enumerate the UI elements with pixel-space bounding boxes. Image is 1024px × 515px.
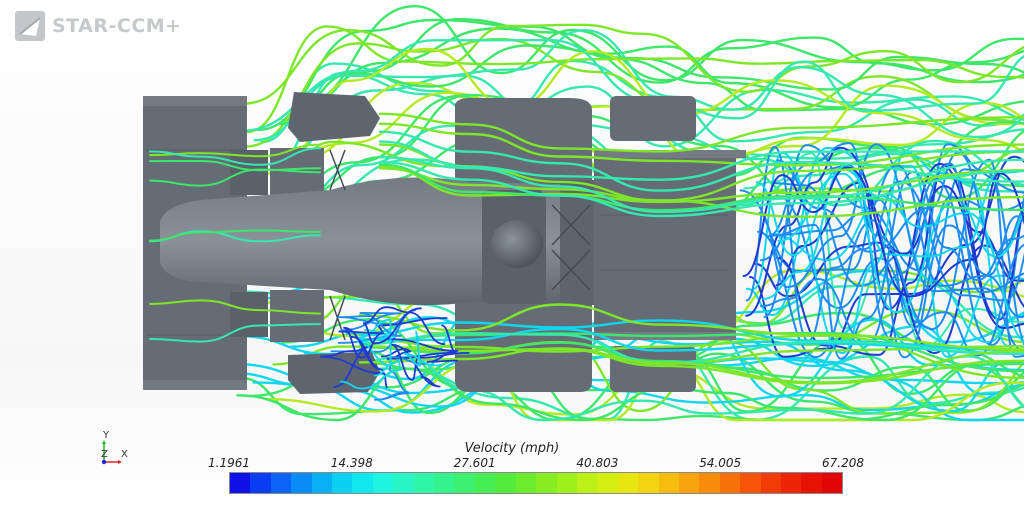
color-bar-segment (454, 473, 475, 493)
front-right-tire (288, 92, 380, 142)
velocity-color-bar (229, 472, 843, 494)
color-bar-segment (413, 473, 435, 493)
color-bar-segment (230, 473, 251, 493)
color-bar-segment (434, 473, 455, 493)
color-bar-segment (678, 473, 700, 493)
color-bar-segment (393, 473, 414, 493)
app-logo: STAR-CCM+ (14, 10, 182, 42)
app-name: STAR-CCM+ (52, 15, 182, 37)
driver-helmet (491, 220, 543, 268)
color-bar-segment (311, 473, 333, 493)
legend-tick: 40.803 (576, 456, 619, 470)
legend-ticks: 1.1961 14.398 27.601 40.803 54.005 67.20… (0, 456, 1024, 472)
color-bar-segment (780, 473, 802, 493)
color-bar-segment (291, 473, 312, 493)
color-bar-segment (515, 473, 537, 493)
color-bar-segment (719, 473, 741, 493)
color-bar-segment (699, 473, 720, 493)
legend-tick: 27.601 (453, 456, 496, 470)
color-bar-segment (801, 473, 822, 493)
rear-left-wheel (610, 96, 696, 141)
legend-tick: 14.398 (330, 456, 373, 470)
color-bar-segment (536, 473, 557, 493)
legend-tick: 1.1961 (208, 456, 250, 470)
color-bar-segment (556, 473, 577, 493)
color-bar-segment (372, 473, 394, 493)
color-bar-segment (658, 473, 679, 493)
legend-tick: 54.005 (699, 456, 742, 470)
color-bar-segment (332, 473, 353, 493)
flow-viewport[interactable] (0, 0, 1024, 515)
axis-y-label: Y (103, 430, 110, 441)
color-bar-segment (270, 473, 292, 493)
color-bar-segment (495, 473, 516, 493)
color-bar-segment (740, 473, 761, 493)
color-bar-segment (638, 473, 659, 493)
legend-tick: 67.208 (822, 456, 864, 470)
color-bar-segment (576, 473, 598, 493)
star-ccm-logo-icon (15, 11, 45, 41)
color-bar-segment (250, 473, 271, 493)
color-bar-segment (760, 473, 781, 493)
color-bar-segment (821, 473, 843, 493)
race-car-model (143, 92, 746, 394)
color-bar-segment (474, 473, 496, 493)
color-bar-segment (597, 473, 618, 493)
legend-title: Velocity (mph) (464, 441, 560, 456)
rear-right-wheel (610, 346, 696, 392)
color-bar-segment (352, 473, 373, 493)
color-bar-segment (617, 473, 639, 493)
